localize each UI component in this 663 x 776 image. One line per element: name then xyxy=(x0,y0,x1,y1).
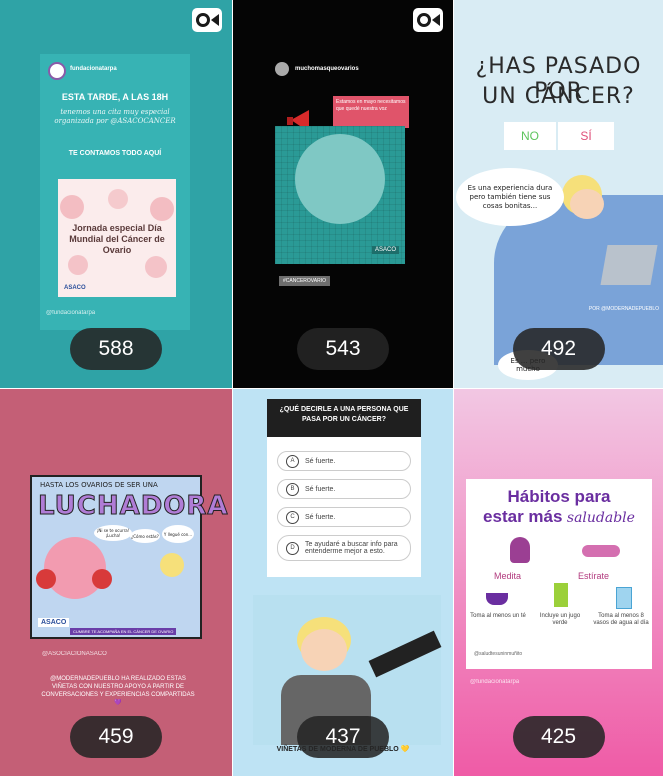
announcement-note: Estamos en mayo necesitamos que quedé nu… xyxy=(333,96,409,128)
story-tile[interactable]: HASTA LOS OVARIOS DE SER UNA LUCHADORA ¡… xyxy=(0,389,232,776)
habit-label: Toma al menos un té xyxy=(470,613,526,619)
view-count: 437 xyxy=(297,716,389,758)
view-count: 459 xyxy=(70,716,162,758)
option-letter: A xyxy=(286,454,299,468)
tag-label: ASACO xyxy=(371,246,399,254)
headline: ESTA TARDE, A LAS 18H xyxy=(61,92,169,102)
speech-bubble: Y llegué con... xyxy=(162,525,194,543)
story-tile[interactable]: fundacionatarpa ESTA TARDE, A LAS 18H te… xyxy=(0,0,232,388)
poster-title: Jornada especial Día Mundial del Cáncer … xyxy=(69,223,165,255)
story-tile[interactable]: ¿HAS PASADO POR UN CÁNCER? NO SÍ Es una … xyxy=(454,0,663,388)
option-letter: C xyxy=(286,510,299,524)
quiz-card: ¿QUÉ DECIRLE A UNA PERSONA QUE PASA POR … xyxy=(267,399,421,577)
water-glass-icon xyxy=(616,587,632,609)
comic-title-top: HASTA LOS OVARIOS DE SER UNA xyxy=(40,481,158,489)
avatar xyxy=(48,62,66,80)
reel-icon xyxy=(192,8,222,32)
habits-title-script: saludable xyxy=(566,510,635,526)
ovary-character xyxy=(44,537,106,599)
stretch-icon xyxy=(582,545,620,557)
poster-org-logo: ASACO xyxy=(64,285,86,291)
quiz-option[interactable]: D Te ayudaré a buscar info para entenderm… xyxy=(277,535,411,561)
option-letter: D xyxy=(286,541,299,555)
arm xyxy=(368,630,442,678)
view-count: 588 xyxy=(70,328,162,370)
story-card: fundacionatarpa ESTA TARDE, A LAS 18H te… xyxy=(40,54,190,330)
hashtag: #CANCEROVARIO xyxy=(279,276,330,286)
quiz-question: ¿QUÉ DECIRLE A UNA PERSONA QUE PASA POR … xyxy=(267,399,421,437)
speech-bubble: ¡Ni se te ocurra! ¡Lucha! xyxy=(94,525,132,541)
habits-title-2: estar más saludable xyxy=(466,507,652,527)
tea-cup-icon xyxy=(486,593,508,605)
quiz-option[interactable]: C Sé fuerte. xyxy=(277,507,411,527)
reel-icon xyxy=(413,8,443,32)
poll-si-button[interactable]: SÍ xyxy=(558,122,614,150)
tag-line: @ASOCIACIONASACO xyxy=(42,651,107,657)
footer-handle: @fundacionatarpa xyxy=(470,679,520,685)
option-text: Sé fuerte. xyxy=(305,513,336,521)
boxing-glove-icon xyxy=(36,569,56,589)
footer-handle: @saludtesuninmuñito xyxy=(474,651,523,657)
view-count: 492 xyxy=(512,328,605,370)
cta-text: TE CONTAMOS TODO AQUÍ xyxy=(68,150,162,157)
story-graphic: ASACO xyxy=(275,126,405,264)
quiz-options: A Sé fuerte. B Sé fuerte. C Sé fuerte. D Te ayu… xyxy=(277,451,411,561)
speech-bubble: Es una experiencia dura pero también tie… xyxy=(456,168,564,226)
habit-label: Medita xyxy=(494,571,522,581)
habits-title-1: Hábitos para xyxy=(507,487,611,506)
laptop xyxy=(600,245,658,285)
option-text: Te ayudaré a buscar info para entenderme… xyxy=(305,541,398,555)
org-logo: ASACO xyxy=(38,618,70,627)
script-line: tenemos una cita muy especial organizada… xyxy=(54,108,176,125)
story-tile[interactable]: muchomasqueovarios Estamos en mayo neces… xyxy=(233,0,453,388)
avatar xyxy=(275,62,289,76)
event-poster: Jornada especial Día Mundial del Cáncer … xyxy=(58,179,176,297)
stories-grid: fundacionatarpa ESTA TARDE, A LAS 18H te… xyxy=(0,0,663,776)
footer-handle: @fundacionatarpa xyxy=(46,310,96,316)
option-text: Sé fuerte. xyxy=(305,485,336,493)
quiz-option[interactable]: B Sé fuerte. xyxy=(277,479,411,499)
story-caption: @MODERNADEPUEBLO HA REALIZADO ESTAS VIÑE… xyxy=(41,676,195,706)
habit-label: Toma al menos 8 vasos de agua al día xyxy=(593,613,649,626)
credit: POR @MODERNADEPUEBLO xyxy=(588,306,659,312)
face xyxy=(301,629,347,671)
story-tile[interactable]: Hábitos para estar más saludable Medita … xyxy=(454,389,663,776)
habit-label: Incluye un jugo verde xyxy=(539,613,581,626)
question-title-2: UN CÁNCER? xyxy=(482,84,635,109)
view-count: 543 xyxy=(297,328,389,370)
option-letter: B xyxy=(286,482,299,496)
comic-banner: CUMBRE TE ACOMPAÑA EN EL CÁNCER DE OVARI… xyxy=(70,628,177,635)
username: muchomasqueovarios xyxy=(295,66,359,72)
quiz-option[interactable]: A Sé fuerte. xyxy=(277,451,411,471)
habits-card: Hábitos para estar más saludable Medita … xyxy=(466,479,652,669)
woman-character xyxy=(160,553,184,577)
poll-no-button[interactable]: NO xyxy=(504,122,556,150)
face xyxy=(570,189,604,219)
portrait-circle xyxy=(295,134,385,224)
speech-bubble: ¿Cómo estás? xyxy=(130,529,160,543)
meditate-icon xyxy=(510,537,530,563)
habits-title-bold: estar más xyxy=(483,507,563,526)
green-juice-icon xyxy=(554,583,568,607)
boxing-glove-icon xyxy=(92,569,112,589)
comic-title-main: LUCHADORA xyxy=(38,491,229,522)
option-text: Sé fuerte. xyxy=(305,457,336,465)
habit-label: Estírate xyxy=(578,571,610,581)
comic-panel: HASTA LOS OVARIOS DE SER UNA LUCHADORA ¡… xyxy=(30,475,228,639)
username: fundacionatarpa xyxy=(70,66,117,72)
story-tile[interactable]: ¿QUÉ DECIRLE A UNA PERSONA QUE PASA POR … xyxy=(233,389,453,776)
view-count: 425 xyxy=(512,716,605,758)
